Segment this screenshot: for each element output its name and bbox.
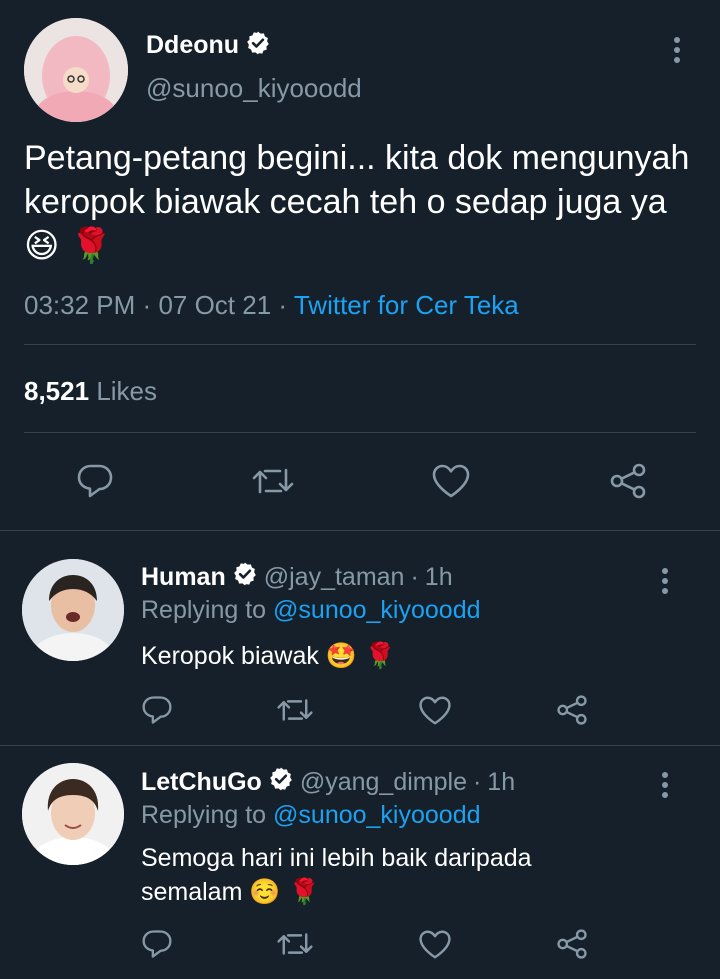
avatar[interactable]: [22, 559, 124, 661]
author-handle[interactable]: @yang_dimple: [300, 768, 467, 797]
reply-text-body: Keropok biawak: [141, 642, 319, 670]
tweet-meta: 03:32 PM · 07 Oct 21 · Twitter for Cer T…: [24, 290, 519, 321]
reply-tweet[interactable]: LetChuGo @yang_dimple · 1h Replying to @…: [0, 746, 720, 979]
reply-text: Keropok biawak 🤩 🌹: [141, 639, 661, 673]
reply-emojis: ☺️ 🌹: [249, 877, 320, 906]
avatar-image: [24, 18, 128, 122]
author-row: LetChuGo @yang_dimple · 1h: [141, 767, 515, 797]
reply-icon[interactable]: [141, 695, 173, 725]
more-vertical-icon[interactable]: [670, 33, 684, 67]
likes-label: Likes: [96, 376, 158, 406]
tweet-emojis: 😆 🌹: [24, 226, 113, 266]
separator-dot: ·: [410, 562, 419, 591]
replying-to: Replying to @sunoo_kiyooodd: [141, 596, 481, 625]
tweet-time: 03:32 PM: [24, 290, 136, 320]
reply-icon[interactable]: [76, 463, 114, 499]
share-icon[interactable]: [555, 928, 589, 960]
reply-actions: [141, 694, 589, 726]
share-icon[interactable]: [555, 694, 589, 726]
divider: [24, 432, 696, 433]
avatar[interactable]: [24, 18, 128, 122]
likes-count: 8,521: [24, 376, 90, 406]
retweet-icon[interactable]: [276, 929, 314, 959]
tweet-source-link[interactable]: Twitter for Cer Teka: [294, 290, 519, 320]
verified-badge-icon: [268, 766, 294, 799]
reply-actions: [141, 928, 589, 960]
separator-dot: ·: [278, 290, 288, 320]
separator-dot: ·: [142, 290, 152, 320]
author-name[interactable]: Ddeonu: [146, 31, 239, 60]
reply-icon[interactable]: [141, 929, 173, 959]
divider: [24, 344, 696, 345]
reply-emojis: 🤩 🌹: [325, 641, 397, 670]
verified-badge-icon: [232, 561, 258, 594]
avatar-image: [22, 559, 124, 661]
reply-tweet[interactable]: Human @jay_taman · 1h Replying to @sunoo…: [0, 531, 720, 745]
tweet-text: Petang-petang begini... kita dok menguny…: [24, 136, 696, 268]
tweet-detail-page: Ddeonu @sunoo_kiyooodd Petang-petang beg…: [0, 0, 720, 979]
author-handle[interactable]: @sunoo_kiyooodd: [146, 73, 362, 104]
author-row: Human @jay_taman · 1h: [141, 562, 453, 592]
heart-icon[interactable]: [431, 463, 471, 499]
reply-text: Semoga hari ini lebih baik daripada sema…: [141, 842, 601, 909]
tweet-actions: [76, 462, 648, 500]
retweet-icon[interactable]: [276, 695, 314, 725]
tweet-text-body: Petang-petang begini... kita dok menguny…: [24, 139, 690, 221]
avatar-image: [22, 763, 124, 865]
author-name[interactable]: Human: [141, 563, 226, 592]
retweet-icon[interactable]: [251, 464, 295, 498]
separator-dot: ·: [472, 767, 482, 796]
verified-badge-icon: [245, 30, 271, 61]
reply-age: 1h: [424, 562, 453, 591]
more-vertical-icon[interactable]: [658, 564, 672, 598]
reply-text-body: Semoga hari ini lebih baik daripada sema…: [141, 844, 532, 906]
replying-to-mention[interactable]: @sunoo_kiyooodd: [273, 596, 480, 624]
tweet-date: 07 Oct 21: [158, 290, 272, 320]
heart-icon[interactable]: [418, 929, 452, 960]
replying-to-prefix: Replying to: [141, 801, 267, 829]
likes-stat[interactable]: 8,521 Likes: [24, 376, 157, 407]
heart-icon[interactable]: [418, 695, 452, 726]
share-icon[interactable]: [608, 462, 648, 500]
author-handle[interactable]: @jay_taman: [264, 563, 405, 592]
more-vertical-icon[interactable]: [658, 768, 672, 802]
replying-to-mention[interactable]: @sunoo_kiyooodd: [273, 801, 480, 829]
replying-to-prefix: Replying to: [141, 596, 267, 624]
replying-to: Replying to @sunoo_kiyooodd: [141, 801, 481, 830]
author-name[interactable]: LetChuGo: [141, 768, 262, 797]
avatar[interactable]: [22, 763, 124, 865]
reply-age: 1h: [487, 767, 516, 796]
main-tweet: Ddeonu @sunoo_kiyooodd Petang-petang beg…: [0, 0, 720, 530]
author-row: Ddeonu: [146, 28, 271, 62]
